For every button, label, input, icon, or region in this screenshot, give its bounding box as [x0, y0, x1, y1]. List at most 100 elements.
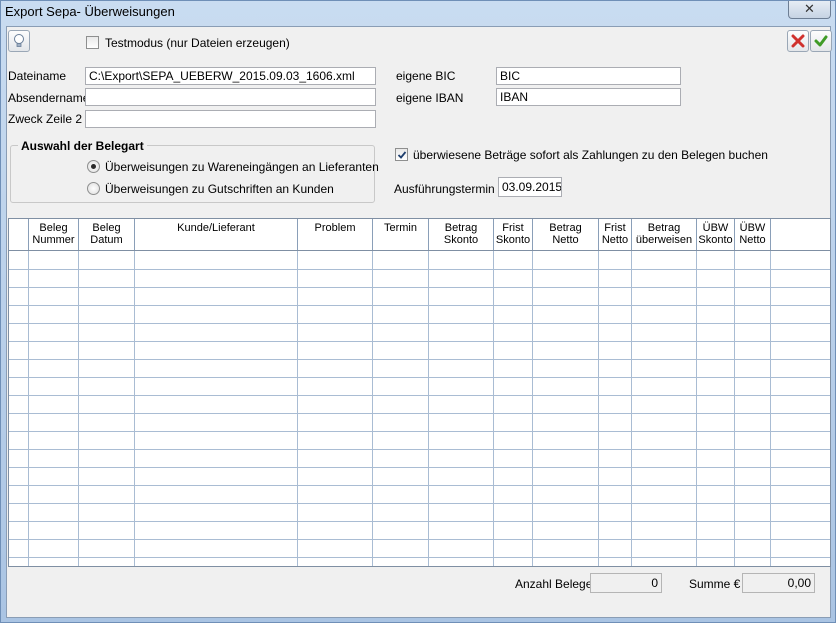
column-header-line1: Frist — [604, 222, 626, 234]
info-button[interactable] — [8, 30, 30, 52]
row-gridline — [9, 269, 830, 270]
column-gridline — [532, 251, 533, 566]
column-gridline — [598, 251, 599, 566]
column-header-line1: Beleg — [92, 222, 121, 234]
radio-gutschriften[interactable] — [87, 182, 100, 195]
testmode-checkbox[interactable] — [86, 36, 99, 49]
column-header-line2: Netto — [552, 234, 579, 246]
row-gridline — [9, 413, 830, 414]
column-header-line2: Datum — [90, 234, 123, 246]
column-gridline — [134, 251, 135, 566]
window-title: Export Sepa- Überweisungen — [5, 4, 175, 19]
column-header[interactable]: Betrag Skonto — [429, 219, 494, 250]
column-header[interactable]: Problem — [298, 219, 373, 250]
termin-label: Ausführungstermin — [394, 182, 495, 196]
summe-label: Summe € — [689, 577, 741, 591]
iban-field[interactable]: IBAN — [496, 88, 681, 106]
column-gridline — [297, 251, 298, 566]
column-header[interactable]: Kunde/Lieferant — [135, 219, 298, 250]
column-header-line1: Problem — [314, 222, 356, 234]
column-gridline — [78, 251, 79, 566]
row-gridline — [9, 341, 830, 342]
anzahl-label: Anzahl Belege — [515, 577, 593, 591]
column-header-line1: Kunde/Lieferant — [177, 222, 255, 234]
column-header-line2: Nummer — [32, 234, 75, 246]
column-header[interactable]: Frist Skonto — [494, 219, 533, 250]
column-header-line1: Termin — [383, 222, 417, 234]
row-gridline — [9, 323, 830, 324]
zweck-field[interactable] — [85, 110, 376, 128]
column-gridline — [428, 251, 429, 566]
cancel-button[interactable] — [787, 30, 809, 52]
column-header[interactable]: Betrag Netto — [533, 219, 599, 250]
zweck-label: Zweck Zeile 2 — [8, 112, 83, 126]
ok-button[interactable] — [810, 30, 832, 52]
absendername-label: Absendername — [8, 91, 90, 105]
testmode-label: Testmodus (nur Dateien erzeugen) — [105, 36, 290, 50]
belege-table[interactable]: Beleg Nummer Beleg Datum Kunde/Lieferant Prob… — [8, 218, 831, 567]
radio-gutschriften-label: Überweisungen zu Gutschriften an Kunden — [105, 182, 334, 196]
column-header[interactable]: Beleg Datum — [79, 219, 135, 250]
column-header-line2: Skonto — [495, 234, 531, 246]
radio-selected-dot — [91, 164, 96, 169]
row-gridline — [9, 557, 830, 558]
column-header[interactable]: Termin — [373, 219, 429, 250]
row-gridline — [9, 287, 830, 288]
green-check-icon — [814, 35, 828, 47]
radio-wareneingaenge[interactable] — [87, 160, 100, 173]
row-gridline — [9, 521, 830, 522]
row-selector-header — [9, 219, 29, 250]
row-gridline — [9, 449, 830, 450]
close-button[interactable]: ✕ — [788, 1, 831, 19]
column-header-line1: Betrag — [549, 222, 582, 234]
summe-field: 0,00 — [742, 573, 815, 593]
column-header-line2: Netto — [739, 234, 766, 246]
row-gridline — [9, 485, 830, 486]
column-gridline — [493, 251, 494, 566]
column-header[interactable]: Frist Netto — [599, 219, 632, 250]
close-icon: ✕ — [804, 1, 815, 16]
column-header-line1: Beleg — [39, 222, 68, 234]
column-gridline — [631, 251, 632, 566]
lightbulb-icon — [14, 34, 24, 47]
bic-field[interactable]: BIC — [496, 67, 681, 85]
row-gridline — [9, 467, 830, 468]
column-gridline — [734, 251, 735, 566]
dateiname-field[interactable]: C:\Export\SEPA_UEBERW_2015.09.03_1606.xm… — [85, 67, 376, 85]
column-gridline — [696, 251, 697, 566]
checkmark-icon — [397, 150, 406, 159]
row-gridline — [9, 503, 830, 504]
column-header-line2: Skonto — [698, 234, 733, 246]
termin-field[interactable]: 03.09.2015 — [498, 177, 562, 197]
absendername-field[interactable] — [85, 88, 376, 106]
export-sepa-window: Export Sepa- Überweisungen ✕ Testmodus (… — [0, 0, 836, 623]
column-gridline — [28, 251, 29, 566]
column-header-line2: Netto — [601, 234, 629, 246]
column-header[interactable]: Beleg Nummer — [29, 219, 79, 250]
belegart-title: Auswahl der Belegart — [18, 139, 147, 153]
row-gridline — [9, 305, 830, 306]
booking-label: überwiesene Beträge sofort als Zahlungen… — [413, 148, 768, 162]
dateiname-label: Dateiname — [8, 69, 67, 83]
table-header: Beleg Nummer Beleg Datum Kunde/Lieferant Prob… — [9, 219, 830, 251]
column-header-line1: Betrag — [444, 222, 478, 234]
column-header[interactable]: ÜBW Netto — [735, 219, 771, 250]
dialog-client-area: Testmodus (nur Dateien erzeugen) Dateina… — [6, 26, 832, 618]
column-header[interactable]: Betrag überweisen — [632, 219, 697, 250]
iban-label: eigene IBAN — [396, 91, 464, 105]
row-gridline — [9, 359, 830, 360]
column-gridline — [770, 251, 771, 566]
radio-wareneingaenge-label: Überweisungen zu Wareneingängen an Liefe… — [105, 160, 379, 174]
title-bar: Export Sepa- Überweisungen ✕ — [1, 1, 835, 23]
column-header-line1: ÜBW — [739, 222, 766, 234]
red-x-icon — [791, 34, 805, 48]
column-header-line1: Frist — [502, 222, 524, 234]
column-header-line2: überweisen — [635, 234, 693, 246]
booking-checkbox[interactable] — [395, 148, 408, 161]
row-gridline — [9, 395, 830, 396]
column-header[interactable]: ÜBW Skonto — [697, 219, 735, 250]
row-gridline — [9, 377, 830, 378]
anzahl-field: 0 — [590, 573, 662, 593]
belegart-group: Auswahl der Belegart Überweisungen zu Wa… — [10, 139, 379, 203]
column-header-line1: Betrag — [647, 222, 681, 234]
